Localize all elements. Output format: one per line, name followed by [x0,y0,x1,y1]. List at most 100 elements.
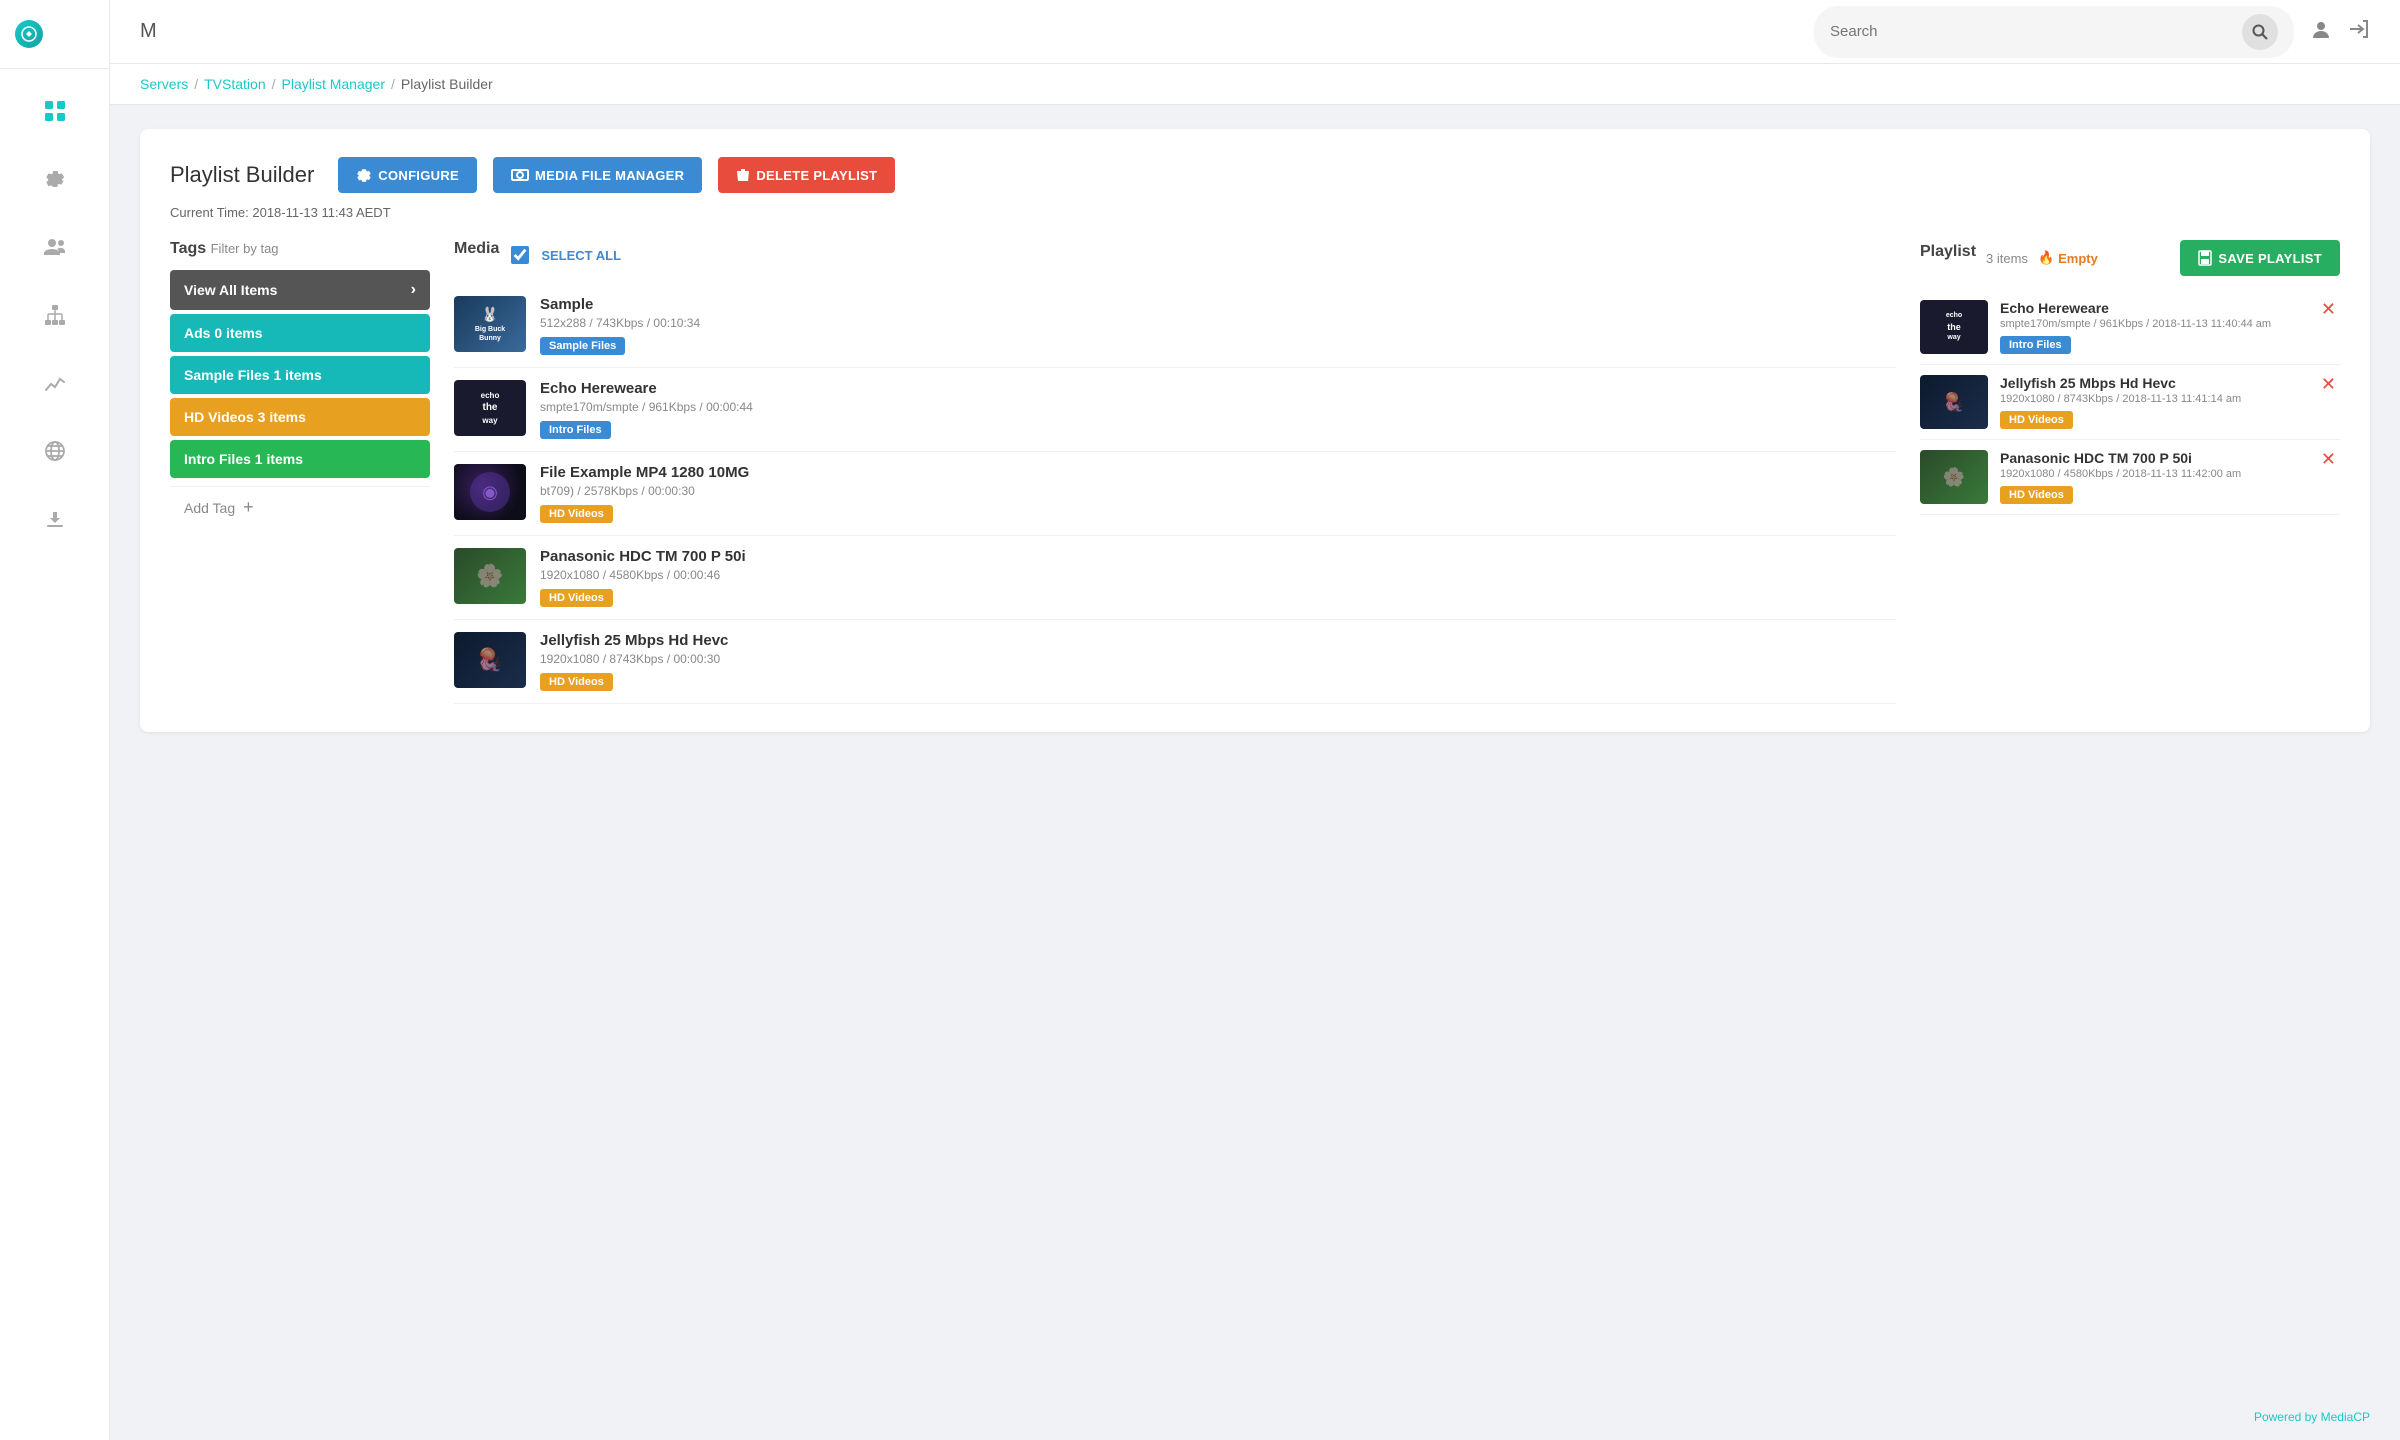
media-meta: 512x288 / 743Kbps / 00:10:34 [540,316,1896,330]
media-item: 🐰 Big BuckBunny Sample 512x288 / 743Kbps… [454,284,1896,368]
media-thumb-panasonic: 🌸 [454,548,526,604]
remove-playlist-item-button[interactable]: ✕ [2317,300,2340,318]
media-info: Panasonic HDC TM 700 P 50i 1920x1080 / 4… [540,548,1896,607]
empty-playlist-button[interactable]: 🔥 Empty [2038,250,2098,266]
sidebar-item-analytics[interactable] [33,361,77,405]
playlist-header: Playlist 3 items 🔥 Empty [1920,240,2340,276]
playlist-thumb-jellyfish: 🪼 [1920,375,1988,429]
user-icon[interactable] [2310,18,2332,46]
select-all-checkbox[interactable] [511,246,529,264]
playlist-name: Echo Hereweare [2000,300,2305,316]
tag-ads[interactable]: Ads 0 items [170,314,430,352]
tag-hd-videos[interactable]: HD Videos 3 items [170,398,430,436]
page-title: Playlist Builder [170,162,314,188]
breadcrumb-playlist-manager[interactable]: Playlist Manager [282,76,386,92]
builder-card: Playlist Builder CONFIGURE MEDIA FILE MA… [140,129,2370,732]
media-tag-badge: HD Videos [540,673,613,691]
breadcrumb-servers[interactable]: Servers [140,76,188,92]
media-meta: bt709) / 2578Kbps / 00:00:30 [540,484,1896,498]
footer: Powered by MediaCP [110,1394,2400,1440]
media-column: Media SELECT ALL 🐰 Big BuckBunny [454,240,1896,704]
playlist-tag-badge: HD Videos [2000,411,2073,429]
playlist-meta: 1920x1080 / 8743Kbps / 2018-11-13 11:41:… [2000,393,2305,405]
breadcrumb-sep-1: / [194,76,198,92]
playlist-info: Jellyfish 25 Mbps Hd Hevc 1920x1080 / 87… [2000,375,2305,429]
breadcrumb-current: Playlist Builder [401,76,493,92]
select-all-label[interactable]: SELECT ALL [541,248,621,263]
media-tag-badge: Sample Files [540,337,625,355]
logo-area [0,0,109,69]
breadcrumb-sep-2: / [272,76,276,92]
tags-subtitle: Filter by tag [211,241,279,256]
playlist-info: Panasonic HDC TM 700 P 50i 1920x1080 / 4… [2000,450,2305,504]
media-tag-badge: HD Videos [540,589,613,607]
media-item: 🌸 Panasonic HDC TM 700 P 50i 1920x1080 /… [454,536,1896,620]
media-tag-badge: HD Videos [540,505,613,523]
configure-button[interactable]: CONFIGURE [338,157,477,193]
media-name: Echo Hereweare [540,380,1896,397]
breadcrumb: Servers / TVStation / Playlist Manager /… [110,64,2400,105]
powered-by[interactable]: Powered by MediaCP [2254,1410,2370,1424]
media-info: File Example MP4 1280 10MG bt709) / 2578… [540,464,1896,523]
save-playlist-button[interactable]: SAVE PLAYLIST [2180,240,2340,276]
playlist-tag-badge: HD Videos [2000,486,2073,504]
builder-header: Playlist Builder CONFIGURE MEDIA FILE MA… [170,157,2340,193]
media-name: Sample [540,296,1896,313]
add-tag-label: Add Tag [184,500,235,516]
sidebar-item-download[interactable] [33,497,77,541]
search-container [1814,6,2294,58]
fire-icon: 🔥 [2038,250,2054,266]
breadcrumb-tvstation[interactable]: TVStation [204,76,265,92]
media-item: echotheway Echo Hereweare smpte170m/smpt… [454,368,1896,452]
tag-sample-files[interactable]: Sample Files 1 items [170,356,430,394]
sidebar [0,0,110,1440]
media-meta: smpte170m/smpte / 961Kbps / 00:00:44 [540,400,1896,414]
playlist-item: 🌸 Panasonic HDC TM 700 P 50i 1920x1080 /… [1920,440,2340,515]
tags-column: Tags Filter by tag View All Items › Ads … [170,240,430,528]
media-name: Jellyfish 25 Mbps Hd Hevc [540,632,1896,649]
playlist-item: echotheway Echo Hereweare smpte170m/smpt… [1920,290,2340,365]
media-info: Echo Hereweare smpte170m/smpte / 961Kbps… [540,380,1896,439]
media-manager-button[interactable]: MEDIA FILE MANAGER [493,157,702,193]
playlist-column: Playlist 3 items 🔥 Empty [1920,240,2340,515]
playlist-count: 3 items [1986,251,2028,266]
sidebar-nav [33,69,77,1440]
remove-playlist-item-button[interactable]: ✕ [2317,375,2340,393]
configure-label: CONFIGURE [378,168,459,183]
main-content: M [110,0,2400,1440]
media-thumb-jellyfish: 🪼 [454,632,526,688]
sidebar-item-users[interactable] [33,225,77,269]
tags-title: Tags Filter by tag [170,240,430,258]
topbar-icons [2310,18,2370,46]
media-manager-label: MEDIA FILE MANAGER [535,168,684,183]
search-button[interactable] [2242,14,2278,50]
add-tag-icon: + [243,497,254,518]
media-title: Media [454,240,499,258]
sidebar-item-settings[interactable] [33,157,77,201]
media-tag-badge: Intro Files [540,421,611,439]
media-meta: 1920x1080 / 4580Kbps / 00:00:46 [540,568,1896,582]
logo [15,18,95,50]
sidebar-item-dashboard[interactable] [33,89,77,133]
topbar: M [110,0,2400,64]
playlist-meta: 1920x1080 / 4580Kbps / 2018-11-13 11:42:… [2000,468,2305,480]
media-name: Panasonic HDC TM 700 P 50i [540,548,1896,565]
remove-playlist-item-button[interactable]: ✕ [2317,450,2340,468]
media-item: 🪼 Jellyfish 25 Mbps Hd Hevc 1920x1080 / … [454,620,1896,704]
playlist-title: Playlist [1920,243,1976,261]
tag-view-all[interactable]: View All Items › [170,270,430,310]
tag-intro-files[interactable]: Intro Files 1 items [170,440,430,478]
delete-playlist-button[interactable]: DELETE PLAYLIST [718,157,895,193]
media-info: Sample 512x288 / 743Kbps / 00:10:34 Samp… [540,296,1896,355]
sidebar-item-hierarchy[interactable] [33,293,77,337]
logout-icon[interactable] [2348,18,2370,46]
playlist-thumb-echo: echotheway [1920,300,1988,354]
search-input[interactable] [1830,23,2234,40]
sidebar-item-globe[interactable] [33,429,77,473]
media-info: Jellyfish 25 Mbps Hd Hevc 1920x1080 / 87… [540,632,1896,691]
add-tag[interactable]: Add Tag + [170,486,430,528]
playlist-tag-badge: Intro Files [2000,336,2071,354]
media-item: ◉ File Example MP4 1280 10MG bt709) / 25… [454,452,1896,536]
playlist-info: Echo Hereweare smpte170m/smpte / 961Kbps… [2000,300,2305,354]
playlist-name: Panasonic HDC TM 700 P 50i [2000,450,2305,466]
